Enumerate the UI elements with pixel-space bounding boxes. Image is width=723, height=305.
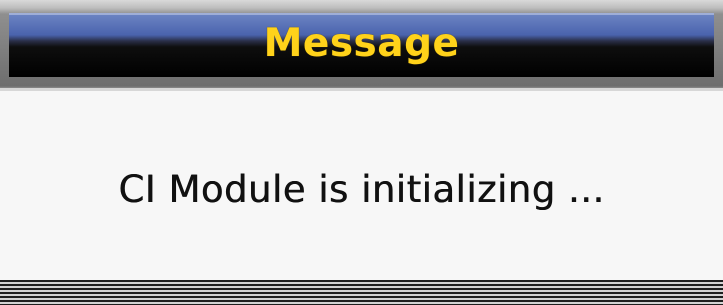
dialog-title-bar: Message (9, 13, 714, 77)
message-dialog: Message CI Module is initializing ... (0, 0, 723, 305)
dialog-body: CI Module is initializing ... (0, 91, 723, 281)
dialog-message: CI Module is initializing ... (118, 168, 605, 211)
dialog-title: Message (263, 21, 460, 66)
dialog-title-frame: Message (0, 0, 723, 90)
dialog-footer-stripes (0, 280, 723, 305)
